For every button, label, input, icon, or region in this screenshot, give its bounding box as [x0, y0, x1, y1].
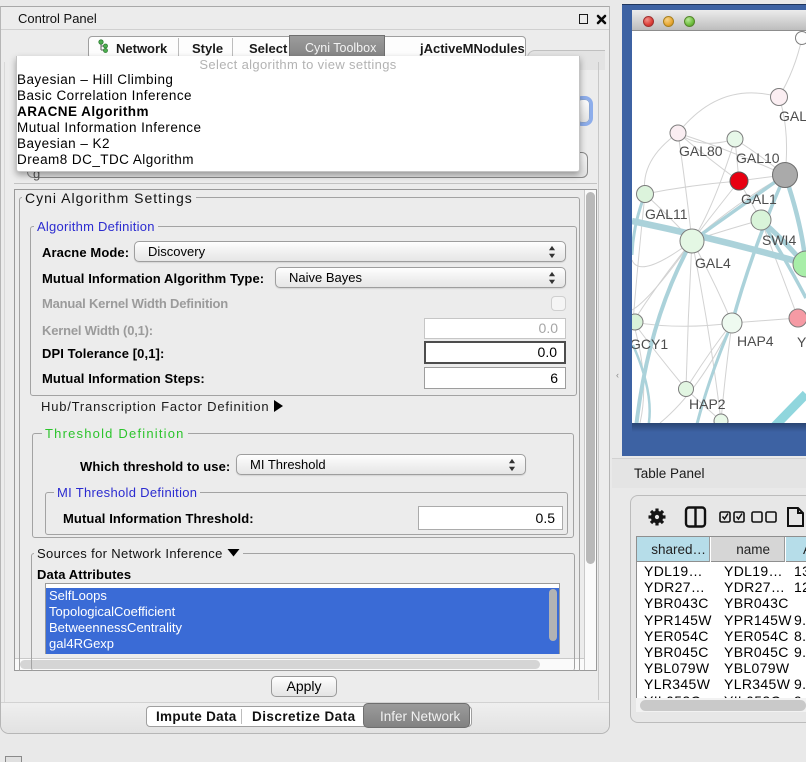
svg-text:GAL4: GAL4 — [695, 255, 731, 271]
svg-text:GAL80: GAL80 — [679, 143, 723, 159]
svg-text:GAL1: GAL1 — [741, 191, 777, 207]
svg-text:HAP2: HAP2 — [689, 396, 726, 412]
svg-text:HAP4: HAP4 — [737, 333, 774, 349]
svg-text:Y: Y — [797, 334, 806, 350]
svg-text:GCY1: GCY1 — [632, 336, 668, 352]
svg-text:GAL2: GAL2 — [779, 108, 806, 124]
svg-text:GAL11: GAL11 — [645, 206, 688, 222]
svg-text:SWI4: SWI4 — [762, 232, 796, 248]
svg-text:GAL10: GAL10 — [736, 150, 780, 166]
